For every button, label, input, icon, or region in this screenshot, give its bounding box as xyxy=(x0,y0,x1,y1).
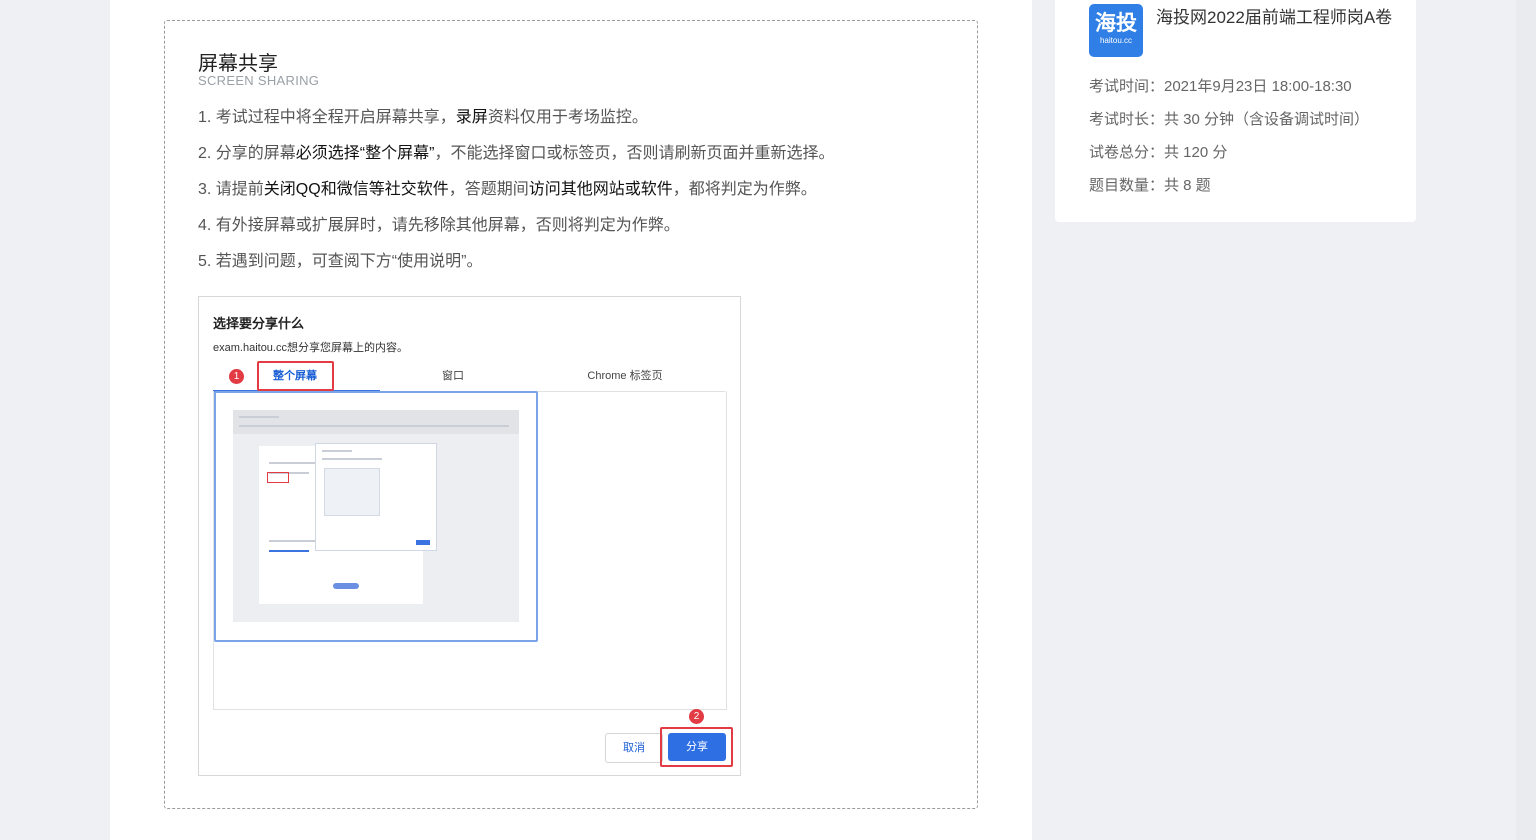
section-title: 屏幕共享 xyxy=(198,53,278,75)
rule-text: 5. 若遇到问题，可查阅下方“使用说明”。 xyxy=(198,253,483,270)
exam-duration: 考试时长：共 30 分钟（含设备调试时间） xyxy=(1089,111,1370,128)
section-subtitle: SCREEN SHARING xyxy=(198,73,320,88)
rule-emphasis: 访问其他网站或软件 xyxy=(528,181,673,198)
exam-info-card: 海投 haitou.cc 海投网2022届前端工程师岗A卷 考试时间：2021年… xyxy=(1055,0,1416,222)
main-panel: 屏幕共享 SCREEN SHARING 1. 考试过程中将全程开启屏幕共享，录屏… xyxy=(110,0,1032,840)
tab-chrome-tab[interactable]: Chrome 标签页 xyxy=(573,359,677,391)
rule-emphasis: 录屏 xyxy=(455,109,488,126)
rule-item: 3. 请提前关闭QQ和微信等社交软件，答题期间访问其他网站或软件，都将判定为作弊… xyxy=(198,177,834,213)
rule-item: 4. 有外接屏幕或扩展屏时，请先移除其他屏幕，否则将判定为作弊。 xyxy=(198,213,834,249)
page-edge xyxy=(1516,0,1536,840)
screen-sharing-section: 屏幕共享 SCREEN SHARING 1. 考试过程中将全程开启屏幕共享，录屏… xyxy=(164,20,978,809)
logo-text: 海投 xyxy=(1095,12,1137,35)
thumbnail-pill xyxy=(333,583,359,589)
step-badge-2: 2 xyxy=(689,709,704,724)
rule-item: 2. 分享的屏幕必须选择“整个屏幕”，不能选择窗口或标签页，否则请刷新页面并重新… xyxy=(198,141,834,177)
rule-text: 2. 分享的屏幕 xyxy=(198,145,296,162)
rule-text: 4. 有外接屏幕或扩展屏时，请先移除其他屏幕，否则将判定为作弊。 xyxy=(198,217,680,234)
tab-window[interactable]: 窗口 xyxy=(413,359,493,391)
dialog-description: exam.haitou.cc想分享您屏幕上的内容。 xyxy=(213,342,408,354)
rule-item: 5. 若遇到问题，可查阅下方“使用说明”。 xyxy=(198,249,834,285)
screen-thumbnail-frame[interactable] xyxy=(214,391,538,642)
highlight-box-tab xyxy=(257,361,334,391)
exam-title: 海投网2022届前端工程师岗A卷 xyxy=(1156,8,1393,27)
exam-info-list: 考试时间：2021年9月23日 18:00-18:30 考试时长：共 30 分钟… xyxy=(1089,74,1369,206)
rule-text: 1. 考试过程中将全程开启屏幕共享， xyxy=(198,109,456,126)
thumbnail-inner-preview xyxy=(324,468,380,516)
thumbnail-share-button xyxy=(416,540,430,545)
screen-thumbnail xyxy=(233,410,519,622)
rules-list: 1. 考试过程中将全程开启屏幕共享，录屏资料仅用于考场监控。 2. 分享的屏幕必须… xyxy=(198,105,834,285)
logo-subtext: haitou.cc xyxy=(1099,36,1133,45)
exam-total-score: 试卷总分：共 120 分 xyxy=(1089,144,1228,161)
rule-emphasis: 必须选择“整个屏幕” xyxy=(295,145,435,162)
step-badge-1: 1 xyxy=(229,369,244,384)
dialog-title: 选择要分享什么 xyxy=(213,316,305,331)
share-dialog-illustration: 选择要分享什么 exam.haitou.cc想分享您屏幕上的内容。 整个屏幕 窗… xyxy=(198,296,741,776)
thumbnail-toolbar xyxy=(233,410,519,434)
dialog-content-area xyxy=(213,391,727,710)
exam-time: 考试时间：2021年9月23日 18:00-18:30 xyxy=(1089,78,1352,95)
share-button[interactable]: 分享 xyxy=(668,733,726,761)
rule-emphasis: 关闭QQ和微信等社交软件 xyxy=(263,181,449,198)
exam-question-count: 题目数量：共 8 题 xyxy=(1089,177,1211,194)
rule-text: 3. 请提前 xyxy=(198,181,264,198)
thumbnail-highlight xyxy=(267,472,289,483)
rule-text: ，不能选择窗口或标签页，否则请刷新页面并重新选择。 xyxy=(434,145,835,162)
rule-text: ，都将判定为作弊。 xyxy=(672,181,817,198)
rule-item: 1. 考试过程中将全程开启屏幕共享，录屏资料仅用于考场监控。 xyxy=(198,105,834,141)
dialog-tabs: 整个屏幕 窗口 Chrome 标签页 1 xyxy=(213,359,725,392)
haitou-logo: 海投 haitou.cc xyxy=(1089,4,1143,57)
rule-text: ，答题期间 xyxy=(448,181,529,198)
rule-text: 资料仅用于考场监控。 xyxy=(487,109,648,126)
cancel-button[interactable]: 取消 xyxy=(605,733,663,763)
thumbnail-dialog xyxy=(315,443,437,551)
